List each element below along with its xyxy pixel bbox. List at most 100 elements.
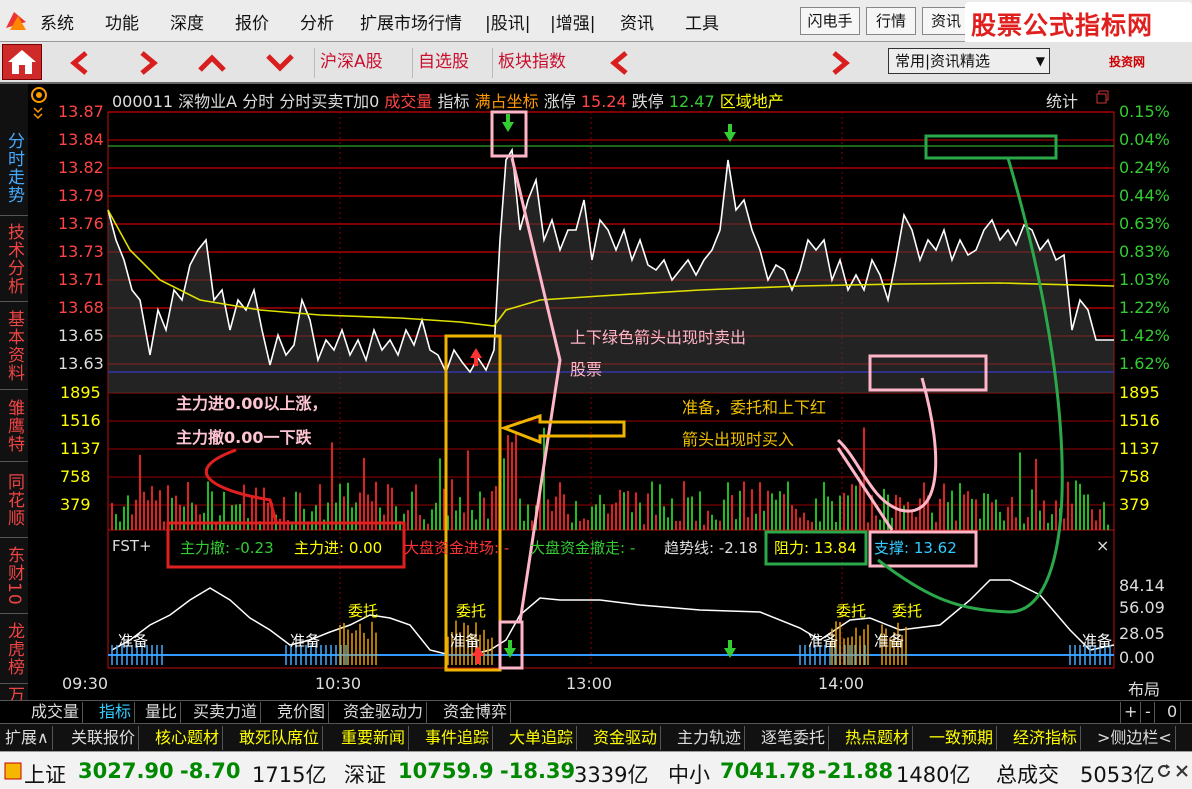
sell-arrow-icon-stem [508,640,512,648]
volume-tick-label: 1137 [60,439,101,458]
zx-change: -21.88 [818,759,894,783]
tab-buy-sell-force[interactable]: 买卖力道 [190,702,262,723]
zoom-reset-button[interactable]: 0 [1164,702,1182,723]
annotation-buy-2: 箭头出现时买入 [682,430,795,449]
fst-resistance: 阻力: 13.84 [774,539,857,557]
percent-tick-label: 0.63% [1119,214,1170,233]
label-weituo-2: 委托 [456,602,487,620]
volume-tick-label-right: 1895 [1119,383,1160,402]
volume-tick-label: 1895 [60,383,101,402]
annotation-connector-main [204,448,278,523]
fst-close-icon[interactable]: × [1096,536,1109,555]
fst-market-in: 大盘资金进场: - [404,539,510,557]
ext-fund-drive[interactable]: 资金驱动 [590,726,662,750]
tab-auction[interactable]: 竞价图 [274,702,330,723]
tab-fund-game[interactable]: 资金博弈 [440,702,512,723]
percent-tick-label: 1.22% [1119,298,1170,317]
time-tick-label: 14:00 [818,674,865,693]
fst-support: 支撑: 13.62 [874,539,957,557]
percent-tick-label: 1.62% [1119,354,1170,373]
ext-hot-theme[interactable]: 热点题材 [842,726,914,750]
sz-change: -18.39 [500,759,576,783]
percent-tick-label: 1.03% [1119,270,1170,289]
fst-main-out: 主力撤: -0.23 [180,539,274,557]
ext-core-theme[interactable]: 核心题材 [152,726,224,750]
tab-fund-driver[interactable]: 资金驱动力 [340,702,428,723]
annotation-arrow-buy [499,413,626,445]
ext-news[interactable]: 重要新闻 [338,726,410,750]
time-tick-label: 13:00 [566,674,613,693]
sz-value: 10759.9 [398,759,494,783]
price-tick-label: 13.84 [58,130,104,149]
label-zhunbei-6: 准备 [1082,632,1113,650]
sell-arrow-icon-stem [728,640,732,648]
price-tick-label: 13.73 [58,242,104,261]
sell-arrow-icon-stem [728,124,732,132]
price-tick-label: 13.68 [58,298,104,317]
price-tick-label: 13.76 [58,214,104,233]
indicator-tick-label: 84.14 [1119,576,1165,595]
volume-tick-label-right: 758 [1119,467,1150,486]
sell-arrow-icon [502,122,514,132]
fst-main-in: 主力进: 0.00 [294,539,383,557]
ext-dare-seat[interactable]: 敢死队席位 [236,726,324,750]
fst-market-out: 大盘资金撤走: - [530,539,636,557]
annotation-buy-1: 准备，委托和上下红 [682,398,827,417]
sh-label: 上证 [24,763,66,787]
label-weituo-4: 委托 [892,602,923,620]
annotation-box-resistance [924,134,1058,160]
zx-value: 7041.78 [720,759,816,783]
ext-tick-order[interactable]: 逐笔委托 [758,726,830,750]
price-tick-label: 13.63 [58,354,104,373]
zoom-in-button[interactable]: + [1120,702,1142,723]
annotation-sell-2: 股票 [570,360,603,379]
buy-arrow-icon-stem [476,656,480,664]
sz-amount: 3339亿 [574,763,649,787]
fst-bar: FST+ [112,537,152,559]
tab-volume[interactable]: 成交量 [28,702,84,723]
sell-arrow-icon-stem [506,114,510,122]
ext-event[interactable]: 事件追踪 [422,726,494,750]
ext-toggle[interactable]: 扩展∧ [2,726,53,750]
total-label: 总成交 [996,763,1059,787]
volume-tick-label-right: 1516 [1119,411,1160,430]
indicator-tick-label: 0.00 [1119,648,1155,667]
layout-button[interactable]: 布局 [1128,676,1160,700]
label-zhunbei-3: 准备 [450,632,481,650]
indicator-tick-label: 56.09 [1119,598,1165,617]
ext-economy[interactable]: 经济指标 [1010,726,1082,750]
sell-arrow-icon [724,648,736,658]
close-icon[interactable] [1174,763,1190,779]
total-amount: 5053亿 [1080,763,1155,787]
sh-value: 3027.90 [78,759,174,783]
volume-tick-label-right: 1137 [1119,439,1160,458]
percent-tick-label: 0.83% [1119,242,1170,261]
sell-arrow-icon [504,648,516,658]
zx-label: 中小 [668,763,710,787]
label-zhunbei-1: 准备 [118,632,149,650]
tab-volume-ratio[interactable]: 量比 [142,702,182,723]
refresh-icon[interactable] [1156,763,1172,779]
index-ticker: 上证 3027.90 -8.70 1715亿 深证 10759.9 -18.39… [0,751,1192,789]
ext-main-track[interactable]: 主力轨迹 [674,726,746,750]
ext-related-quote[interactable]: 关联报价 [68,726,140,750]
indicator-line [111,579,1115,656]
ext-big-order[interactable]: 大单追踪 [506,726,578,750]
ext-sidebar[interactable]: >侧边栏< [1094,726,1176,750]
ext-consensus[interactable]: 一致预期 [926,726,998,750]
zoom-out-button[interactable]: - [1142,702,1155,723]
label-zhunbei-4: 准备 [808,632,839,650]
annotation-main-2: 主力撤0.00一下跌 [176,428,312,447]
price-tick-label: 13.65 [58,326,104,345]
price-tick-label: 13.87 [58,102,104,121]
buy-arrow-icon-stem [474,358,478,366]
tab-indicator[interactable]: 指标 [96,702,136,723]
intraday-chart [107,110,1115,672]
percent-tick-label: 1.42% [1119,326,1170,345]
indicator-tick-label: 28.05 [1119,624,1165,643]
time-tick-label: 09:30 [62,674,109,693]
sh-change: -8.70 [180,759,241,783]
percent-tick-label: 0.04% [1119,130,1170,149]
label-weituo-1: 委托 [348,602,379,620]
bottom-tabs: 成交量 指标 量比 买卖力道 竞价图 资金驱动力 资金博弈 + - 0 [0,700,1192,723]
